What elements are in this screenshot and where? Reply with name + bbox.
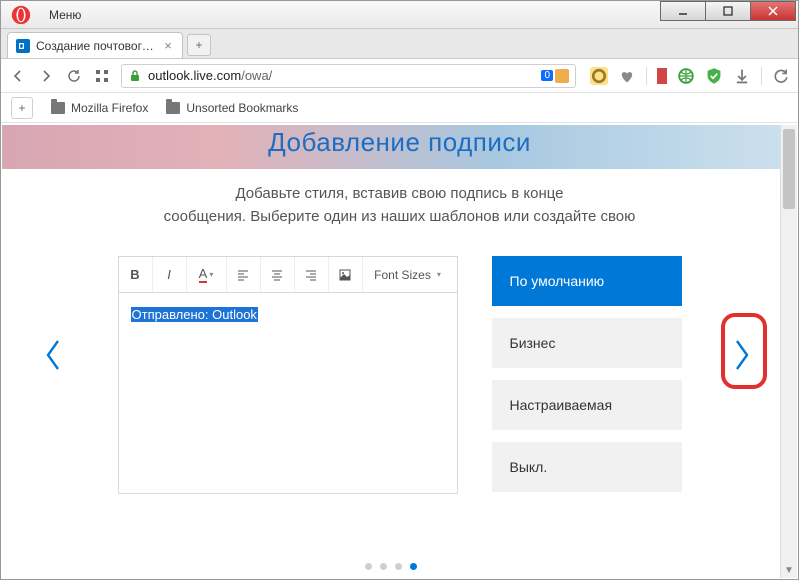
bookmark-folder-unsorted[interactable]: Unsorted Bookmarks [166,101,298,115]
browser-tab[interactable]: Создание почтового ящи × [7,32,183,58]
scroll-thumb[interactable] [783,129,795,209]
pager-dot-3[interactable] [395,563,402,570]
folder-icon [166,102,180,114]
bookmark-folder-firefox[interactable]: Mozilla Firefox [51,101,148,115]
template-business[interactable]: Бизнес [492,318,682,368]
pager-dot-1[interactable] [365,563,372,570]
insert-image-button[interactable] [329,257,363,292]
sync-icon[interactable] [772,67,790,85]
align-center-button[interactable] [261,257,295,292]
folder-icon [51,102,65,114]
template-default[interactable]: По умолчанию [492,256,682,306]
forward-button[interactable] [37,67,55,85]
editor-selected-text: Отправлено: Outlook [131,307,258,322]
page-title: Добавление подписи [268,125,531,158]
template-off[interactable]: Выкл. [492,442,682,492]
reload-button[interactable] [65,67,83,85]
scroll-down-arrow[interactable]: ▼ [781,562,797,578]
window-titlebar: Меню [1,1,798,29]
bookmark-heart-icon[interactable] [618,67,636,85]
page-subtitle: Добавьте стиля, вставив свою подпись в к… [2,169,797,236]
prev-slide-button[interactable] [36,325,70,385]
new-tab-button[interactable]: + [187,34,211,56]
font-color-button[interactable]: A▾ [187,257,227,292]
template-custom[interactable]: Настраиваемая [492,380,682,430]
speed-dial-button[interactable] [93,67,111,85]
url-text: outlook.live.com/owa/ [148,68,535,83]
pager-dot-2[interactable] [380,563,387,570]
signature-editor: B I A▾ Font Sizes▾ Отправлено: Outlook [118,256,458,494]
outlook-favicon [16,39,30,53]
editor-toolbar: B I A▾ Font Sizes▾ [119,257,457,293]
editor-body[interactable]: Отправлено: Outlook [119,293,457,493]
address-bar-row: outlook.live.com/owa/ 0 [1,59,798,93]
close-window-button[interactable] [750,1,796,21]
template-list: По умолчанию Бизнес Настраиваемая Выкл. [492,256,682,492]
bold-button[interactable]: B [119,257,153,292]
pager-dot-4[interactable] [410,563,417,570]
add-bookmark-button[interactable]: + [11,97,33,119]
font-size-select[interactable]: Font Sizes▾ [363,257,453,292]
vertical-scrollbar[interactable]: ▲ ▼ [780,125,797,578]
extension-icon-1[interactable] [657,68,667,84]
url-input[interactable]: outlook.live.com/owa/ 0 [121,64,576,88]
align-left-button[interactable] [227,257,261,292]
tab-strip: Создание почтового ящи × + [1,29,798,59]
menu-button[interactable]: Меню [41,1,89,28]
annotation-highlight [721,313,767,389]
extension-shield-icon[interactable] [705,67,723,85]
pager-dots [2,563,780,570]
maximize-button[interactable] [705,1,751,21]
extension-globe-icon[interactable] [677,67,695,85]
back-button[interactable] [9,67,27,85]
bookmarks-bar: + Mozilla Firefox Unsorted Bookmarks [1,93,798,123]
tab-close-button[interactable]: × [162,38,174,53]
page-content: Добавление подписи Добавьте стиля, встав… [2,125,797,578]
italic-button[interactable]: I [153,257,187,292]
minimize-button[interactable] [660,1,706,21]
downloads-icon[interactable] [733,67,751,85]
opera-logo [1,1,41,28]
tracker-badge[interactable]: 0 [541,68,569,84]
banner: Добавление подписи [2,125,797,169]
extension-o-icon[interactable] [590,67,608,85]
tab-title: Создание почтового ящи [36,39,156,53]
align-right-button[interactable] [295,257,329,292]
lock-icon [128,69,142,83]
